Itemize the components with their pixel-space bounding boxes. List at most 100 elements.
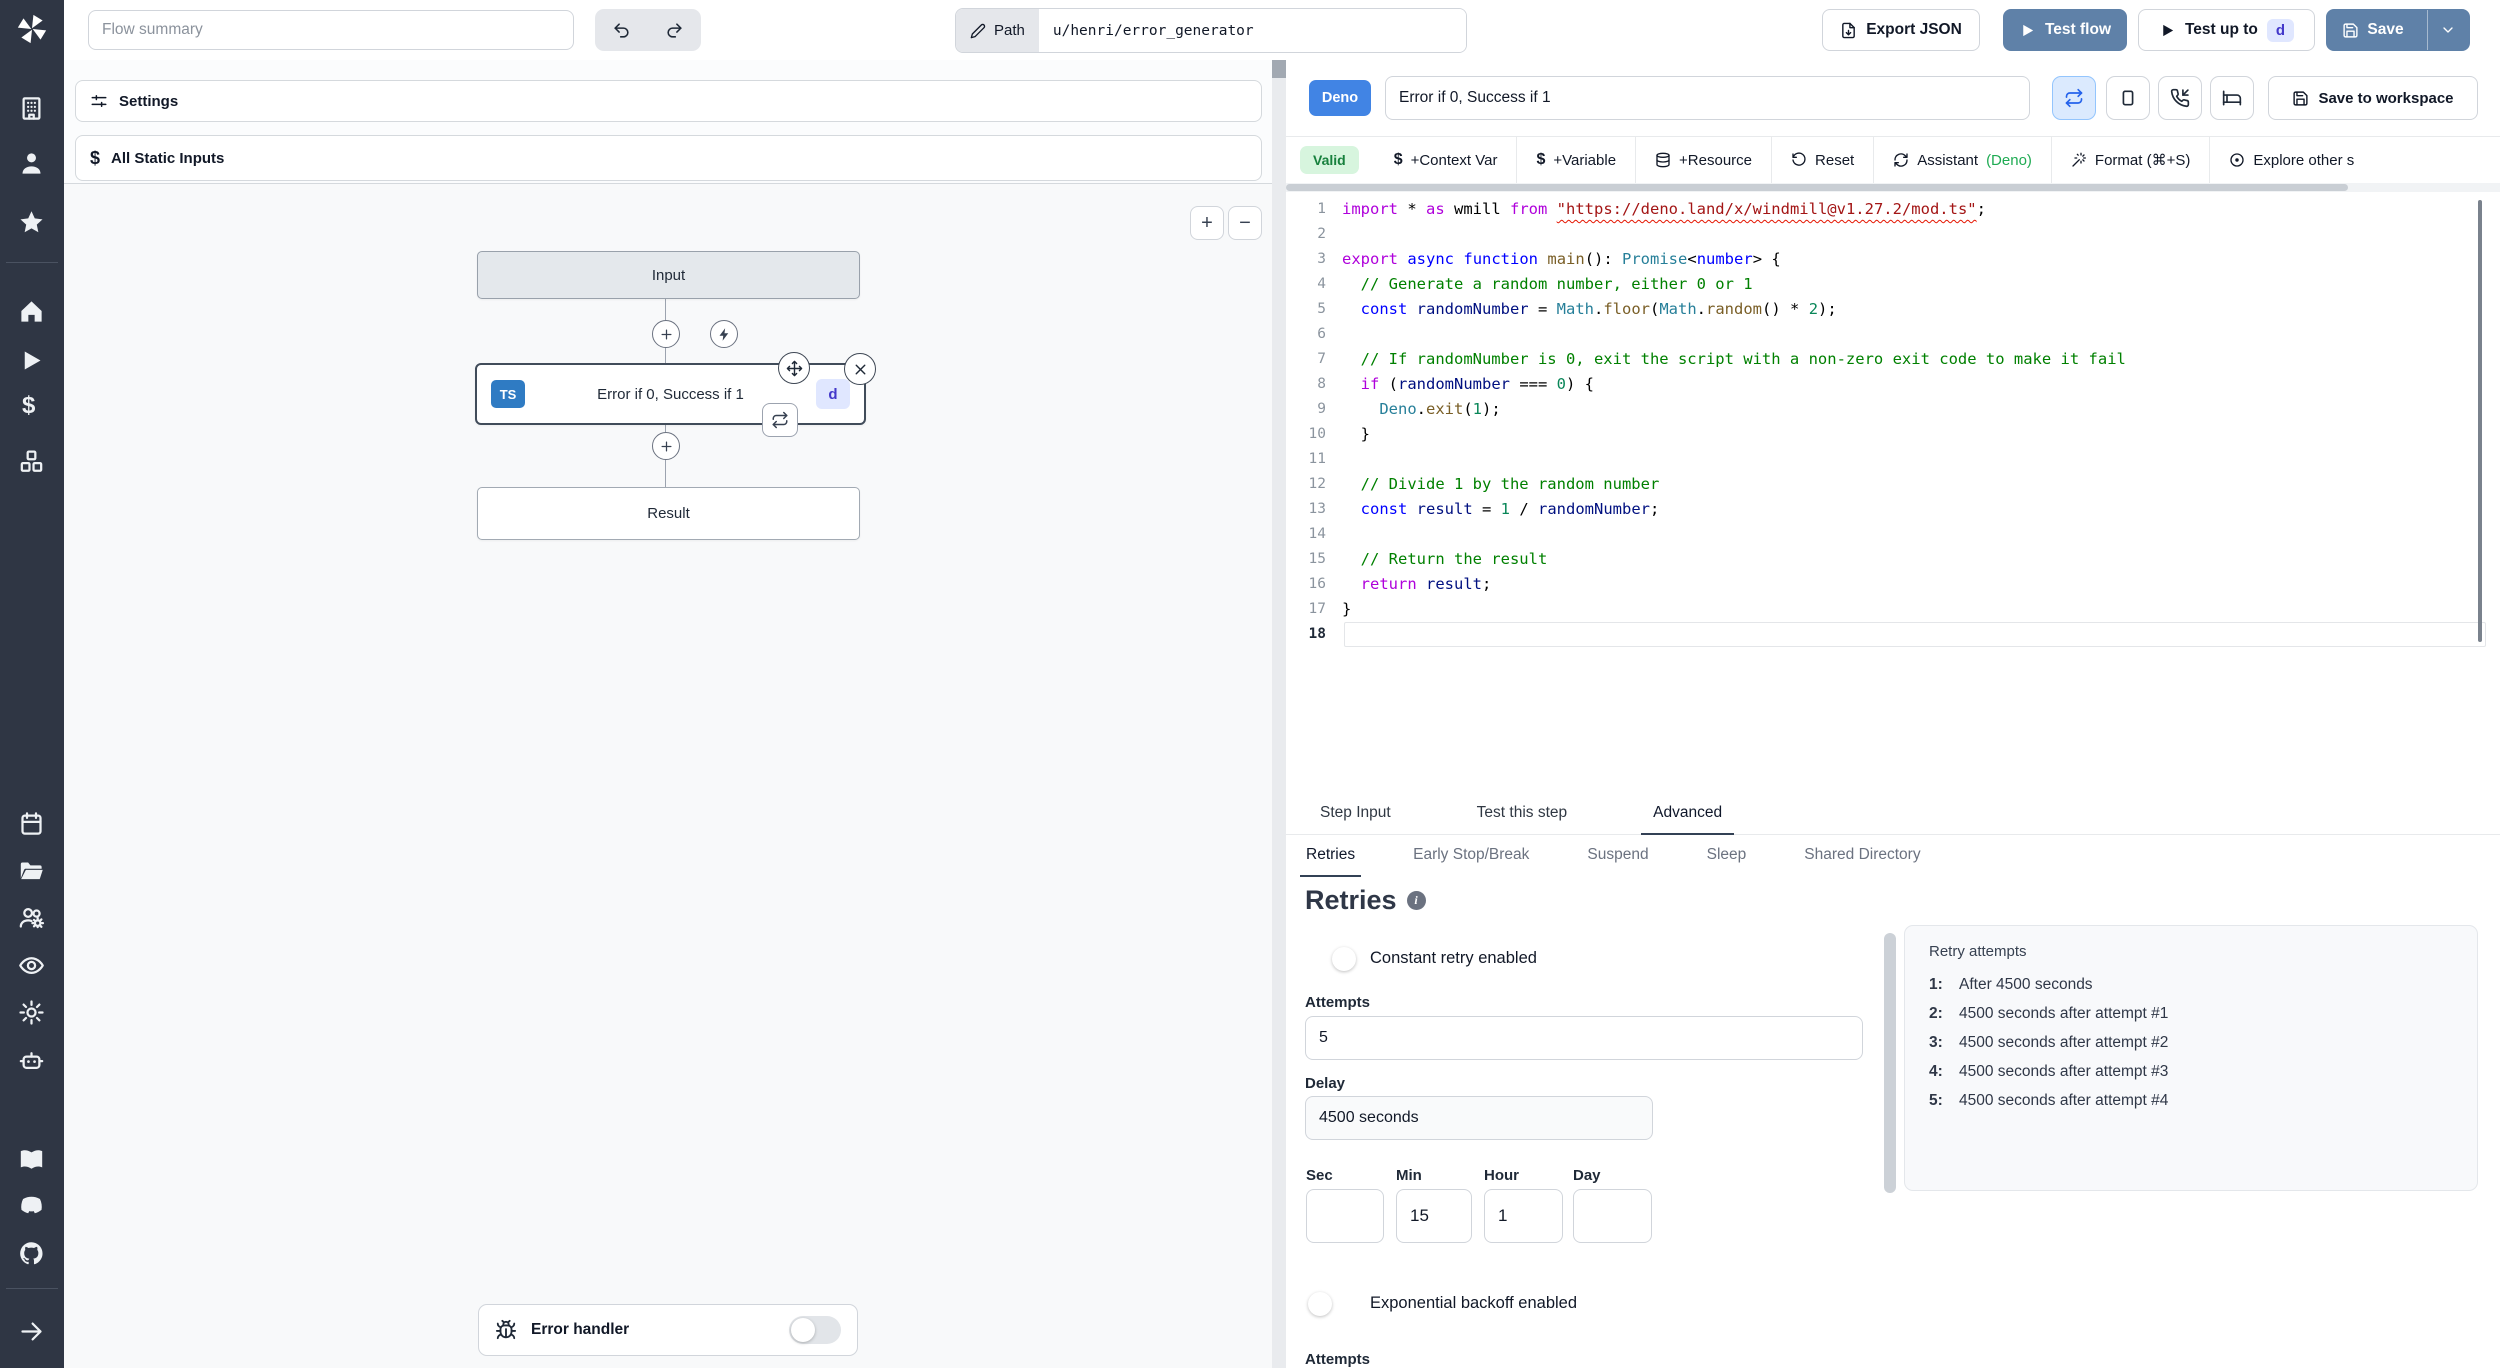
retries-scrollbar-thumb[interactable] — [1884, 933, 1896, 1193]
expand-sidebar-arrow-icon[interactable] — [18, 1318, 45, 1345]
tab-advanced[interactable]: Advanced — [1641, 793, 1735, 835]
add-variable-button[interactable]: $ +Variable — [1516, 137, 1635, 183]
runs-play-icon[interactable] — [18, 347, 45, 374]
user-icon[interactable] — [18, 150, 45, 177]
day-input[interactable] — [1573, 1189, 1652, 1243]
repeat-icon — [2064, 88, 2084, 108]
add-step-button[interactable] — [652, 320, 680, 348]
result-node[interactable]: Result — [477, 487, 860, 540]
flow-summary-input[interactable] — [88, 10, 574, 50]
attempts-input[interactable] — [1305, 1016, 1863, 1060]
subtab-shared-directory[interactable]: Shared Directory — [1798, 835, 1926, 877]
save-to-workspace-button[interactable]: Save to workspace — [2268, 76, 2478, 120]
discord-icon[interactable] — [18, 1192, 45, 1219]
step-node[interactable]: TS Error if 0, Success if 1 d — [475, 352, 876, 437]
rotate-ccw-icon — [1791, 152, 1807, 168]
sliders-icon — [90, 92, 108, 110]
test-flow-button[interactable]: Test flow — [2003, 9, 2127, 51]
retry-attempt-item: 2: 4500 seconds after attempt #1 — [1929, 1005, 2169, 1022]
github-icon[interactable] — [18, 1240, 45, 1267]
add-step-button[interactable] — [652, 432, 680, 460]
delay-input[interactable] — [1305, 1096, 1653, 1140]
min-input[interactable] — [1396, 1189, 1472, 1243]
favorites-star-icon[interactable] — [18, 209, 45, 236]
subtab-suspend[interactable]: Suspend — [1581, 835, 1654, 877]
hour-input[interactable] — [1484, 1189, 1563, 1243]
step-editor-panel: Deno Save to workspace Valid $+Context V… — [1286, 60, 2500, 1368]
all-static-inputs-row[interactable]: $ All Static Inputs — [75, 135, 1262, 181]
editor-overview-ruler[interactable] — [2478, 200, 2482, 642]
windmill-logo-icon[interactable] — [15, 12, 49, 46]
sec-input[interactable] — [1306, 1189, 1384, 1243]
workers-robot-icon[interactable] — [18, 1047, 45, 1074]
test-up-to-button[interactable]: Test up to d — [2138, 9, 2315, 51]
scrollbar-thumb[interactable] — [1286, 184, 2348, 191]
home-icon[interactable] — [18, 298, 45, 325]
assistant-button[interactable]: Assistant (Deno) — [1873, 137, 2051, 183]
save-icon — [2292, 90, 2309, 107]
audit-eye-icon[interactable] — [18, 952, 45, 979]
variables-dollar-icon[interactable]: $ — [22, 392, 49, 419]
path-input[interactable] — [1038, 9, 1466, 52]
add-resource-button[interactable]: +Resource — [1635, 137, 1771, 183]
workspace-icon[interactable] — [18, 95, 45, 122]
subtab-retries[interactable]: Retries — [1300, 835, 1362, 877]
settings-gear-icon[interactable] — [18, 999, 45, 1026]
attempts-label: Attempts — [1305, 994, 1371, 1011]
step-title-input[interactable] — [1385, 76, 2030, 120]
suspend-toggle-button[interactable] — [2158, 76, 2202, 120]
app-sidebar: $ — [0, 0, 64, 1368]
sidebar-divider — [6, 262, 58, 263]
step-retry-indicator[interactable] — [762, 403, 798, 437]
subtab-sleep[interactable]: Sleep — [1701, 835, 1753, 877]
tab-step-input[interactable]: Step Input — [1308, 793, 1403, 835]
retry-attempt-item: 4: 4500 seconds after attempt #3 — [1929, 1063, 2169, 1080]
early-stop-toggle-button[interactable] — [2106, 76, 2150, 120]
error-handler-toggle[interactable] — [789, 1316, 841, 1344]
retries-toggle-button[interactable] — [2052, 76, 2096, 120]
schedules-calendar-icon[interactable] — [18, 810, 45, 837]
folders-icon[interactable] — [18, 858, 45, 885]
retry-attempt-item: 3: 4500 seconds after attempt #2 — [1929, 1034, 2169, 1051]
typescript-badge: TS — [491, 380, 525, 408]
deno-language-badge: Deno — [1309, 80, 1371, 116]
reset-button[interactable]: Reset — [1771, 137, 1873, 183]
add-context-var-button[interactable]: $ +Context Var — [1375, 137, 1517, 183]
day-label: Day — [1573, 1167, 1601, 1184]
docs-book-icon[interactable] — [18, 1146, 45, 1173]
file-export-icon — [1840, 22, 1857, 39]
delete-step-button[interactable] — [844, 353, 876, 385]
splitter-handle[interactable] — [1272, 60, 1286, 78]
retries-section: Retries i Constant retry enabled Attempt… — [1286, 877, 2500, 1368]
zoom-in-button[interactable]: + — [1190, 206, 1224, 240]
tab-test-this-step[interactable]: Test this step — [1465, 793, 1579, 835]
sec-label: Sec — [1306, 1167, 1333, 1184]
resources-boxes-icon[interactable] — [18, 448, 45, 475]
zoom-out-button[interactable]: − — [1228, 206, 1262, 240]
panel-splitter[interactable] — [1272, 60, 1286, 1368]
repeat-icon — [771, 411, 789, 429]
flow-settings-row[interactable]: Settings — [75, 80, 1262, 122]
save-button[interactable]: Save — [2328, 10, 2417, 50]
undo-button[interactable] — [595, 9, 648, 51]
move-icon — [786, 360, 803, 377]
save-dropdown-button[interactable] — [2426, 10, 2468, 50]
test-up-to-step-badge: d — [2266, 18, 2295, 42]
input-node-label: Input — [651, 266, 686, 284]
groups-users-icon[interactable] — [18, 904, 45, 931]
move-step-button[interactable] — [778, 352, 810, 384]
add-trigger-button[interactable] — [710, 320, 738, 348]
info-icon[interactable]: i — [1406, 891, 1426, 910]
redo-button[interactable] — [648, 9, 701, 51]
toolbar-scrollbar[interactable] — [1286, 183, 2500, 192]
format-button[interactable]: Format (⌘+S) — [2050, 137, 2209, 183]
code-editor[interactable]: 1 import * as wmill from "https://deno.la… — [1286, 192, 2500, 793]
subtab-early-stop[interactable]: Early Stop/Break — [1407, 835, 1535, 877]
input-node[interactable]: Input — [477, 251, 860, 299]
sleep-toggle-button[interactable] — [2210, 76, 2254, 120]
refresh-icon — [1893, 152, 1909, 168]
flow-graph-canvas[interactable]: + − Input TS Error if 0, Success if 1 d … — [64, 183, 1272, 1368]
explore-scripts-button[interactable]: Explore other s — [2209, 137, 2373, 183]
export-json-button[interactable]: Export JSON — [1822, 9, 1980, 51]
error-handler-row[interactable]: Error handler — [478, 1304, 858, 1356]
